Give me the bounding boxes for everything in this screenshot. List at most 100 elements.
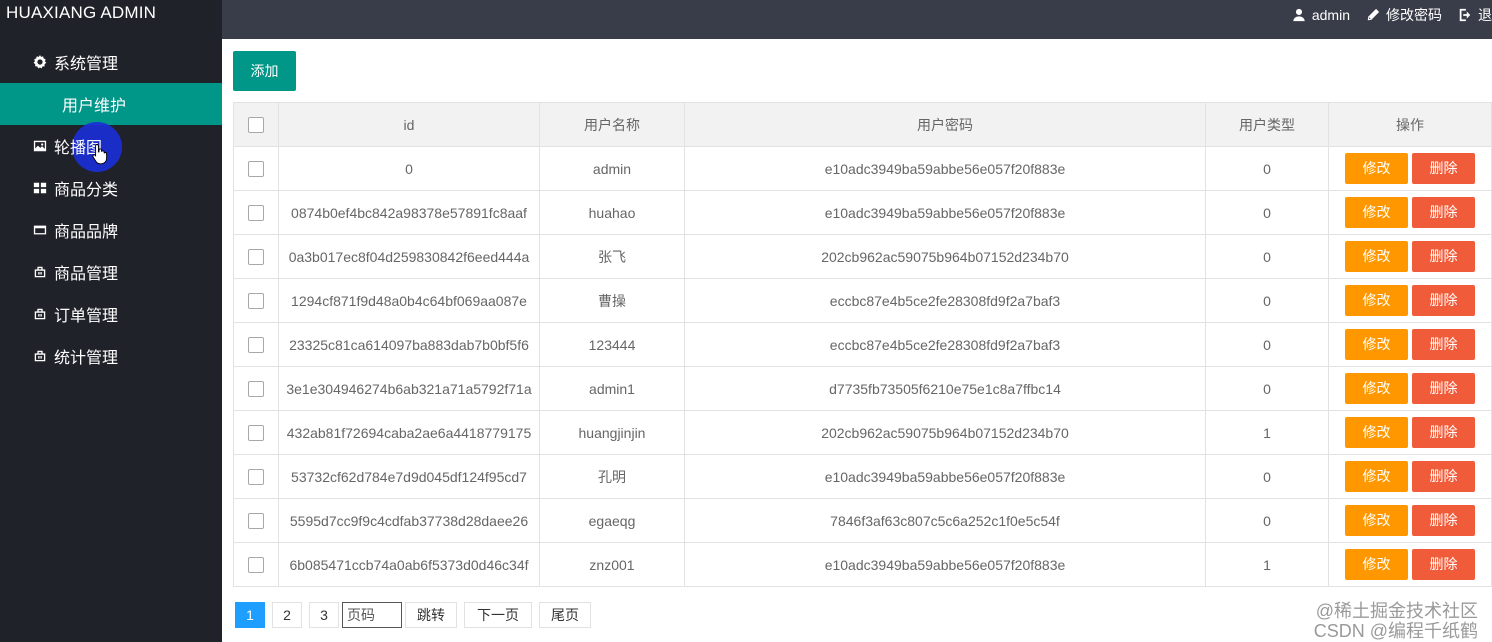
delete-button[interactable]: 删除 xyxy=(1412,241,1475,272)
table-row: 5595d7cc9f9c4cdfab37738d28daee26 egaeqg 78… xyxy=(233,498,1492,543)
delete-button[interactable]: 删除 xyxy=(1412,417,1475,448)
cell-password: e10adc3949ba59abbe56e057f20f883e xyxy=(684,542,1206,587)
cell-type: 0 xyxy=(1205,454,1329,499)
cell-type: 1 xyxy=(1205,410,1329,455)
column-header-name[interactable]: 用户名称 xyxy=(539,102,685,147)
delete-button[interactable]: 删除 xyxy=(1412,329,1475,360)
user-name: admin xyxy=(1311,7,1350,23)
cell-password: e10adc3949ba59abbe56e057f20f883e xyxy=(684,190,1206,235)
change-password-label: 修改密码 xyxy=(1386,7,1442,23)
row-select-cell xyxy=(233,366,279,411)
row-checkbox[interactable] xyxy=(248,205,264,222)
row-select-cell xyxy=(233,322,279,367)
edit-button[interactable]: 修改 xyxy=(1345,329,1408,360)
page-3-button[interactable]: 3 xyxy=(309,602,339,628)
edit-button[interactable]: 修改 xyxy=(1345,373,1408,404)
sidebar-item-category[interactable]: 商品分类 xyxy=(0,167,222,209)
table-row: 23325c81ca614097ba883dab7b0bf5f6 123444 ec… xyxy=(233,322,1492,367)
delete-button[interactable]: 删除 xyxy=(1412,153,1475,184)
sidebar-item-carousel[interactable]: 轮播图 xyxy=(0,125,222,167)
cell-id: 1294cf871f9d48a0b4c64bf069aa087e xyxy=(278,278,540,323)
user-menu[interactable]: admin xyxy=(1292,7,1350,23)
main-content: 添加 id 用户名称 用户密码 用户类型 操作 0 admin e10adc3949… xyxy=(222,39,1492,642)
card-icon xyxy=(32,222,48,238)
row-select-cell xyxy=(233,190,279,235)
row-select-cell xyxy=(233,542,279,587)
logout-link[interactable]: 退 xyxy=(1458,5,1492,25)
last-page-button[interactable]: 尾页 xyxy=(539,602,591,628)
delete-button[interactable]: 删除 xyxy=(1412,197,1475,228)
sidebar-item-label: 统计管理 xyxy=(54,350,119,367)
table-row: 0a3b017ec8f04d259830842f6eed444a 张飞 202cb9… xyxy=(233,234,1492,279)
page-2-button[interactable]: 2 xyxy=(272,602,302,628)
watermark: @稀土掘金技术社区 CSDN @编程千纸鹤 xyxy=(1314,601,1478,641)
image-icon xyxy=(32,138,48,154)
delete-button[interactable]: 删除 xyxy=(1412,373,1475,404)
edit-button[interactable]: 修改 xyxy=(1345,461,1408,492)
cell-type: 1 xyxy=(1205,542,1329,587)
row-checkbox[interactable] xyxy=(248,381,264,398)
cell-actions: 修改 删除 xyxy=(1328,410,1492,455)
delete-button[interactable]: 删除 xyxy=(1412,505,1475,536)
sidebar-item-label: 商品分类 xyxy=(54,182,119,199)
cell-type: 0 xyxy=(1205,322,1329,367)
cell-actions: 修改 删除 xyxy=(1328,146,1492,191)
delete-button[interactable]: 删除 xyxy=(1412,549,1475,580)
cell-id: 23325c81ca614097ba883dab7b0bf5f6 xyxy=(278,322,540,367)
cell-password: 202cb962ac59075b964b07152d234b70 xyxy=(684,234,1206,279)
sidebar-item-goods[interactable]: 商品管理 xyxy=(0,251,222,293)
table-row: 432ab81f72694caba2ae6a4418779175 huangjin… xyxy=(233,410,1492,455)
row-checkbox[interactable] xyxy=(248,293,264,310)
row-checkbox[interactable] xyxy=(248,513,264,530)
edit-button[interactable]: 修改 xyxy=(1345,417,1408,448)
select-all-checkbox[interactable] xyxy=(248,117,264,134)
row-checkbox[interactable] xyxy=(248,337,264,354)
cell-name: huahao xyxy=(539,190,685,235)
edit-button[interactable]: 修改 xyxy=(1345,197,1408,228)
table-row: 53732cf62d784e7d9d045df124f95cd7 孔明 e10adc… xyxy=(233,454,1492,499)
sidebar-item-brand[interactable]: 商品品牌 xyxy=(0,209,222,251)
logout-icon xyxy=(1459,8,1471,22)
edit-button[interactable]: 修改 xyxy=(1345,285,1408,316)
table-header-row: id 用户名称 用户密码 用户类型 操作 xyxy=(233,102,1492,147)
row-checkbox[interactable] xyxy=(248,161,264,178)
table-row: 3e1e304946274b6ab321a71a5792f71a admin1 d7… xyxy=(233,366,1492,411)
jump-button[interactable]: 跳转 xyxy=(405,602,457,628)
row-checkbox[interactable] xyxy=(248,469,264,486)
edit-button[interactable]: 修改 xyxy=(1345,241,1408,272)
sidebar-item-label: 用户维护 xyxy=(62,98,127,115)
next-page-button[interactable]: 下一页 xyxy=(464,602,532,628)
sidebar-item-label: 商品品牌 xyxy=(54,224,119,241)
change-password-link[interactable]: 修改密码 xyxy=(1366,5,1442,25)
cell-id: 3e1e304946274b6ab321a71a5792f71a xyxy=(278,366,540,411)
sidebar-item-system[interactable]: 系统管理 xyxy=(0,41,222,83)
sidebar-item-orders[interactable]: 订单管理 xyxy=(0,293,222,335)
page-1-button[interactable]: 1 xyxy=(235,602,265,628)
cell-id: 6b085471ccb74a0ab6f5373d0d46c34f xyxy=(278,542,540,587)
cell-actions: 修改 删除 xyxy=(1328,542,1492,587)
add-button[interactable]: 添加 xyxy=(233,51,296,91)
row-checkbox[interactable] xyxy=(248,425,264,442)
gear-icon xyxy=(32,54,48,70)
table-row: 6b085471ccb74a0ab6f5373d0d46c34f znz001 e1… xyxy=(233,542,1492,587)
page-number-input[interactable] xyxy=(342,602,402,628)
cell-type: 0 xyxy=(1205,366,1329,411)
edit-button[interactable]: 修改 xyxy=(1345,153,1408,184)
delete-button[interactable]: 删除 xyxy=(1412,285,1475,316)
delete-button[interactable]: 删除 xyxy=(1412,461,1475,492)
edit-button[interactable]: 修改 xyxy=(1345,549,1408,580)
cell-id: 0874b0ef4bc842a98378e57891fc8aaf xyxy=(278,190,540,235)
sidebar-item-statistics[interactable]: 统计管理 xyxy=(0,335,222,377)
watermark-line-1: @稀土掘金技术社区 xyxy=(1315,601,1478,621)
column-header-type[interactable]: 用户类型 xyxy=(1205,102,1329,147)
sidebar-subitem-user-maintenance[interactable]: 用户维护 xyxy=(0,83,222,125)
row-checkbox[interactable] xyxy=(248,557,264,574)
cell-type: 0 xyxy=(1205,278,1329,323)
column-header-password[interactable]: 用户密码 xyxy=(684,102,1206,147)
row-checkbox[interactable] xyxy=(248,249,264,266)
column-header-id[interactable]: id xyxy=(278,102,540,147)
cell-id: 5595d7cc9f9c4cdfab37738d28daee26 xyxy=(278,498,540,543)
cell-name: 123444 xyxy=(539,322,685,367)
watermark-line-2: CSDN @编程千纸鹤 xyxy=(1313,621,1478,641)
edit-button[interactable]: 修改 xyxy=(1345,505,1408,536)
